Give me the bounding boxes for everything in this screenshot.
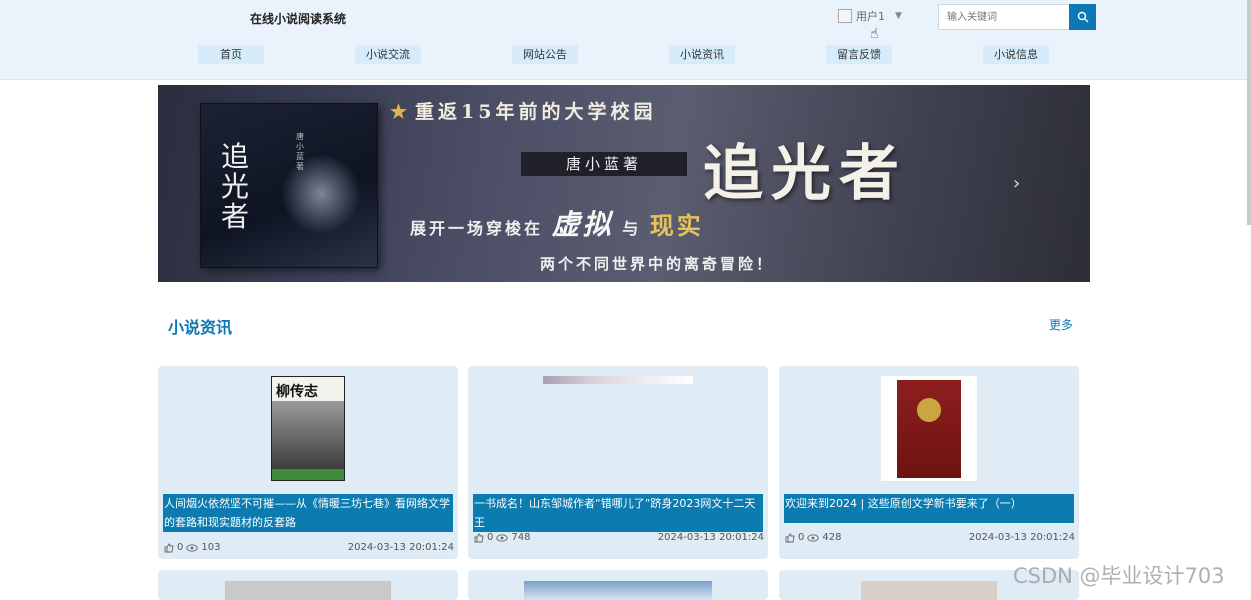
thumbs-up-icon[interactable]	[164, 543, 174, 553]
nav-item-novel-news[interactable]: 小说资讯	[669, 45, 735, 64]
watermark: CSDN @毕业设计703	[1013, 564, 1225, 588]
banner-tagline: ★ 重返15年前的大学校园	[390, 97, 657, 124]
view-count: 748	[511, 532, 531, 543]
banner-book-author: 唐小蓝著	[296, 132, 304, 171]
banner-book-glow	[281, 154, 361, 234]
main-nav: 首页 小说交流 网站公告 小说资讯 留言反馈 小说信息	[0, 45, 1251, 65]
banner-real: 现实	[649, 211, 704, 240]
eye-icon	[807, 533, 820, 542]
card-image	[468, 376, 768, 482]
view-count: 428	[822, 532, 842, 543]
card-meta: 0 748 2024-03-13 20:01:24	[474, 532, 764, 543]
card-date: 2024-03-13 20:01:24	[657, 532, 764, 543]
card-cover	[543, 376, 693, 384]
card-title[interactable]: 欢迎来到2024 | 这些原创文学新书要来了（一）	[784, 494, 1074, 523]
card-image	[861, 581, 997, 600]
thumbs-up-icon[interactable]	[785, 533, 795, 543]
section-title: 小说资讯	[168, 318, 233, 337]
chevron-down-icon: ▼	[895, 11, 902, 21]
nav-item-announcements[interactable]: 网站公告	[512, 45, 578, 64]
card-date: 2024-03-13 20:01:24	[968, 532, 1075, 543]
banner-line-2: 两个不同世界中的离奇冒险！	[540, 255, 775, 273]
card-meta: 0 103 2024-03-13 20:01:24	[164, 542, 454, 553]
nav-item-novel-forum[interactable]: 小说交流	[355, 45, 421, 64]
avatar	[838, 9, 852, 23]
user-name: 用户1	[856, 10, 885, 23]
like-count: 0	[487, 532, 494, 543]
card-date: 2024-03-13 20:01:24	[347, 542, 454, 553]
banner-line-1: 展开一场穿梭在 虚拟 与 现实	[410, 203, 704, 243]
banner-author: 唐小蓝著	[521, 152, 687, 176]
site-title: 在线小说阅读系统	[250, 12, 347, 26]
banner-tagline-text: 重返15年前的大学校园	[415, 101, 657, 123]
banner-book-title: 追光者	[221, 140, 250, 233]
banner-carousel[interactable]: 追光者 唐小蓝著 ★ 重返15年前的大学校园 唐小蓝著 追光者 展开一场穿梭在 虚…	[158, 85, 1090, 282]
card-meta: 0 428 2024-03-13 20:01:24	[785, 532, 1075, 543]
card-title[interactable]: 人间烟火依然坚不可摧——从《情暖三坊七巷》看网络文学的套路和现实题材的反套路	[163, 494, 453, 532]
banner-virtual: 虚拟	[551, 208, 614, 241]
news-card[interactable]: 柳传志 人间烟火依然坚不可摧——从《情暖三坊七巷》看网络文学的套路和现实题材的反…	[158, 366, 458, 559]
nav-item-feedback[interactable]: 留言反馈	[826, 45, 892, 64]
chevron-right-icon[interactable]: ›	[1013, 173, 1020, 194]
card-image: 柳传志	[158, 376, 458, 482]
like-count: 0	[798, 532, 805, 543]
thumbs-up-icon[interactable]	[474, 533, 484, 543]
card-image	[225, 581, 391, 600]
news-card[interactable]: 一书成名！山东邹城作者“错哪儿了”跻身2023网文十二天王 0 748 2024…	[468, 366, 768, 559]
view-count: 103	[201, 542, 221, 553]
card-cover-title: 柳传志	[276, 384, 318, 400]
card-cover	[881, 376, 977, 481]
nav-item-novel-info[interactable]: 小说信息	[983, 45, 1049, 64]
user-menu[interactable]: 用户1 ▼	[838, 8, 902, 24]
like-count: 0	[177, 542, 184, 553]
search-button[interactable]	[1069, 4, 1096, 30]
search-bar	[938, 4, 1096, 30]
card-image	[779, 376, 1079, 482]
banner-book-cover: 追光者 唐小蓝著	[200, 103, 378, 268]
search-input[interactable]	[938, 4, 1069, 30]
eye-icon	[496, 533, 509, 542]
card-cover-emblem	[917, 397, 941, 422]
star-icon: ★	[390, 101, 412, 123]
card-title[interactable]: 一书成名！山东邹城作者“错哪儿了”跻身2023网文十二天王	[473, 494, 763, 532]
site-header: 在线小说阅读系统 用户1 ▼ ☝ 首页 小说交流 网站公告 小说资讯 留言反馈 …	[0, 0, 1251, 80]
search-icon	[1077, 11, 1088, 23]
banner-line-1a: 展开一场穿梭在	[410, 219, 544, 238]
card-cover-book	[897, 379, 961, 478]
page-scrollbar[interactable]	[1247, 0, 1251, 225]
card-cover: 柳传志	[271, 376, 345, 481]
card-image	[524, 581, 712, 600]
more-link[interactable]: 更多	[1049, 316, 1073, 333]
banner-line-1b: 与	[622, 219, 642, 238]
news-card[interactable]: 欢迎来到2024 | 这些原创文学新书要来了（一） 0 428 2024-03-…	[779, 366, 1079, 559]
nav-item-home[interactable]: 首页	[198, 45, 264, 64]
eye-icon	[186, 543, 199, 552]
mouse-cursor-icon: ☝	[870, 26, 879, 42]
card-cover-photo	[272, 401, 344, 471]
card-cover-band	[272, 469, 344, 480]
banner-title: 追光者	[703, 139, 907, 209]
